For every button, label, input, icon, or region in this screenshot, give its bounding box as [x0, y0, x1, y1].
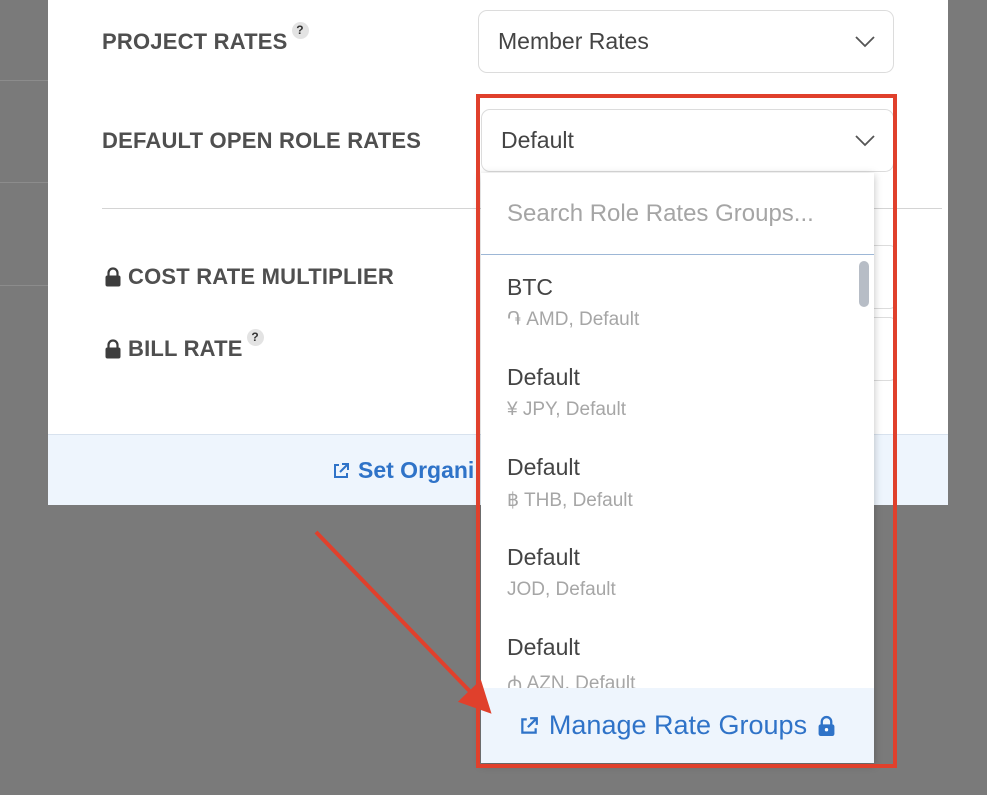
external-link-icon: [521, 716, 538, 734]
default-open-role-rates-label-text: DEFAULT OPEN ROLE RATES: [102, 128, 422, 153]
option-name: Default: [507, 454, 580, 480]
role-rates-search-box: [481, 173, 874, 255]
role-rates-search-input[interactable]: [505, 198, 849, 229]
lock-icon: [105, 267, 121, 287]
bill-rate-label-text: BILL RATE: [128, 336, 243, 361]
option-currency: ₼ AZN, Default: [507, 673, 636, 688]
background-divider: [0, 182, 48, 183]
list-item[interactable]: Default ₼ AZN, Default: [507, 634, 635, 688]
help-icon[interactable]: ?: [246, 328, 264, 346]
chevron-down-icon: [855, 35, 875, 47]
role-rates-options-list[interactable]: BTC ֏ AMD, Default Default ¥ JPY, Defaul…: [481, 256, 874, 688]
chevron-down-icon: [855, 134, 875, 146]
background-divider: [0, 285, 48, 286]
project-rates-label-text: PROJECT RATES: [102, 29, 288, 54]
option-name: Default: [507, 364, 580, 390]
option-name: Default: [507, 634, 580, 660]
set-organization-rates-link[interactable]: Set Organi: [332, 457, 474, 484]
cost-rate-multiplier-label: COST RATE MULTIPLIER: [104, 264, 394, 290]
default-open-role-rates-label: DEFAULT OPEN ROLE RATES: [102, 128, 421, 154]
list-item[interactable]: Default ฿ THB, Default: [507, 454, 633, 512]
default-open-role-rates-selected-value: Default: [501, 127, 574, 153]
option-currency: ฿ THB, Default: [507, 490, 633, 511]
role-rates-dropdown: BTC ֏ AMD, Default Default ¥ JPY, Defaul…: [481, 173, 874, 763]
option-currency: ֏ AMD, Default: [507, 309, 640, 330]
external-link-icon: [334, 462, 349, 478]
option-name: Default: [507, 544, 580, 570]
project-rates-selected-value: Member Rates: [498, 28, 649, 54]
project-rates-select[interactable]: Member Rates: [478, 10, 894, 73]
project-rates-label: PROJECT RATES ?: [102, 21, 309, 55]
help-icon[interactable]: ?: [291, 21, 309, 39]
lock-icon: [818, 715, 835, 736]
background-divider: [0, 80, 48, 81]
manage-rate-groups-label: Manage Rate Groups: [548, 710, 808, 740]
manage-rate-groups-button[interactable]: Manage Rate Groups: [481, 688, 874, 763]
lock-icon: [105, 339, 121, 359]
default-open-role-rates-select[interactable]: Default: [481, 109, 894, 172]
set-organization-rates-link-text: Set Organi: [358, 457, 475, 483]
bill-rate-label: BILL RATE ?: [104, 328, 264, 362]
option-name: BTC: [507, 274, 553, 300]
option-currency: ¥ JPY, Default: [507, 399, 627, 420]
list-item[interactable]: Default ¥ JPY, Default: [507, 364, 626, 421]
list-item[interactable]: BTC ֏ AMD, Default: [507, 274, 639, 331]
list-item[interactable]: Default JOD, Default: [507, 544, 616, 601]
dropdown-scrollbar[interactable]: [859, 261, 869, 307]
cost-rate-multiplier-label-text: COST RATE MULTIPLIER: [128, 264, 394, 289]
option-currency: JOD, Default: [507, 579, 616, 600]
